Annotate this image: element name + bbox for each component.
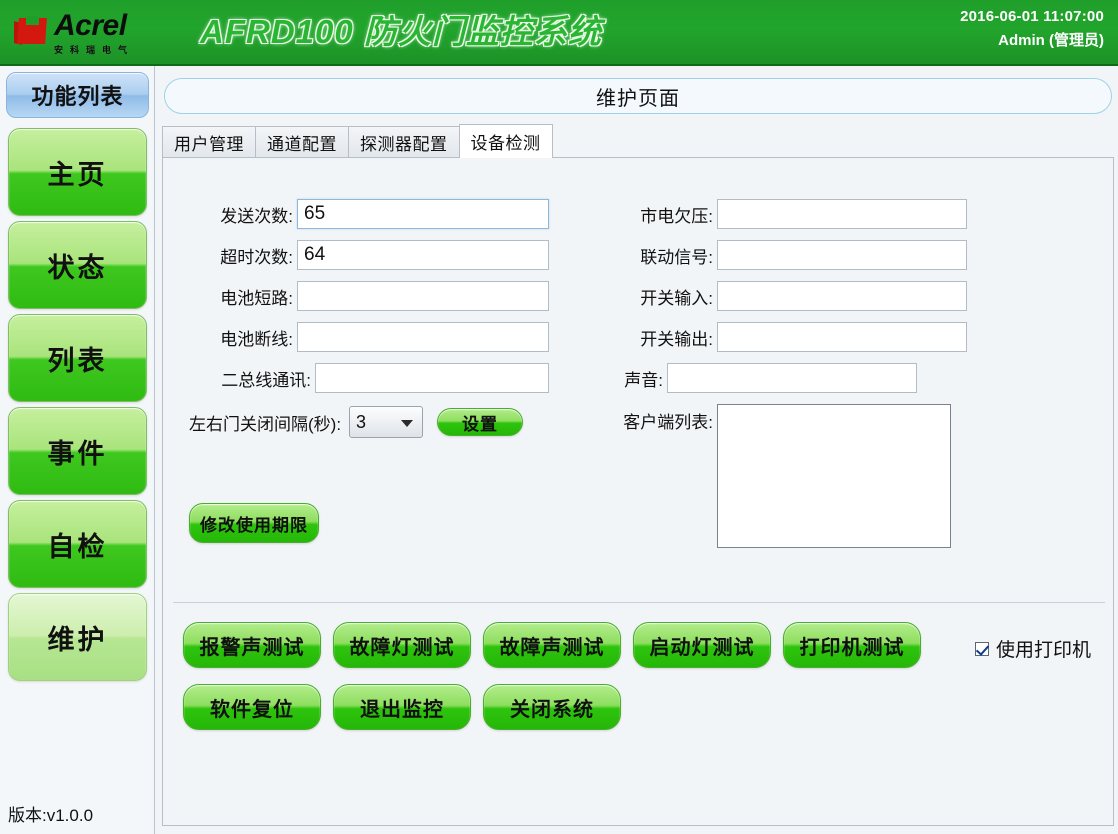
door-close-interval-select[interactable]: 3: [349, 406, 423, 438]
tab-detector-config[interactable]: 探测器配置: [348, 126, 460, 158]
field-label: 二总线通讯:: [189, 366, 311, 391]
door-close-interval-value: 3: [356, 412, 366, 433]
field-row-bus-comm: 二总线通讯:: [189, 363, 549, 393]
tab-user-management[interactable]: 用户管理: [162, 126, 256, 158]
sidebar-item-selftest[interactable]: 自检: [8, 500, 147, 588]
field-row-send-count: 发送次数:: [189, 199, 549, 229]
field-label: 电池短路:: [189, 284, 293, 309]
field-label: 电池断线:: [189, 325, 293, 350]
chevron-down-icon: [401, 420, 413, 427]
field-label: 联动信号:: [615, 243, 713, 268]
sidebar-item-home[interactable]: 主页: [8, 128, 147, 216]
acrel-logo-mark-icon: [12, 14, 54, 52]
battery-disconnect-input[interactable]: [297, 322, 549, 352]
logo-brand-text: Acrel: [54, 11, 134, 41]
maintenance-content-panel: 发送次数: 超时次数: 电池短路: 电池断线: 二总线通讯: 市电欠压: 联动信…: [162, 157, 1114, 826]
fault-light-test-button[interactable]: 故障灯测试: [333, 622, 471, 668]
sidebar-item-label: 主页: [48, 153, 108, 192]
field-label: 声音:: [615, 366, 663, 391]
alarm-sound-test-button[interactable]: 报警声测试: [183, 622, 321, 668]
software-reset-button[interactable]: 软件复位: [183, 684, 321, 730]
field-label: 超时次数:: [189, 243, 293, 268]
printer-test-button[interactable]: 打印机测试: [783, 622, 921, 668]
mains-undervoltage-input[interactable]: [717, 199, 967, 229]
app-title: AFRD100 防火门监控系统: [200, 8, 760, 58]
checkmark-icon[interactable]: [975, 642, 989, 656]
page-title-text: 维护页面: [596, 82, 680, 111]
page-title: 维护页面: [164, 78, 1112, 114]
field-row-timeout-count: 超时次数:: [189, 240, 549, 270]
sidebar-title: 功能列表: [6, 72, 149, 118]
field-label: 市电欠压:: [615, 202, 713, 227]
door-close-interval-row: 左右门关闭间隔(秒): 3 设置: [189, 406, 523, 438]
sidebar-item-list[interactable]: 列表: [8, 314, 147, 402]
sidebar-item-label: 事件: [48, 432, 108, 471]
field-label: 开关输入:: [615, 284, 713, 309]
tab-strip-filler: [552, 126, 1115, 158]
tab-channel-config[interactable]: 通道配置: [255, 126, 349, 158]
version-label: 版本:v1.0.0: [8, 801, 93, 826]
start-light-test-button[interactable]: 启动灯测试: [633, 622, 771, 668]
linkage-signal-input[interactable]: [717, 240, 967, 270]
header-datetime: 2016-06-01 11:07:00: [960, 6, 1104, 28]
sidebar-item-status[interactable]: 状态: [8, 221, 147, 309]
field-label: 发送次数:: [189, 202, 293, 227]
field-row-battery-short: 电池短路:: [189, 281, 549, 311]
use-printer-checkbox-row[interactable]: 使用打印机: [975, 635, 1091, 662]
tab-strip: 用户管理 通道配置 探测器配置 设备检测: [162, 124, 1114, 158]
field-row-linkage-signal: 联动信号:: [615, 240, 967, 270]
client-list-row: 客户端列表:: [615, 404, 951, 548]
header-status: 2016-06-01 11:07:00 Admin (管理员): [960, 6, 1104, 52]
acrel-logo: Acrel 安科瑞电气: [12, 5, 164, 61]
sidebar-item-label: 自检: [48, 525, 108, 564]
client-list-label: 客户端列表:: [615, 404, 713, 433]
header-user: Admin (管理员): [960, 30, 1104, 52]
modify-expiry-button[interactable]: 修改使用期限: [189, 503, 319, 543]
bus-comm-input[interactable]: [315, 363, 549, 393]
sidebar-item-label: 列表: [48, 339, 108, 378]
shutdown-system-button[interactable]: 关闭系统: [483, 684, 621, 730]
sidebar-item-label: 状态: [48, 246, 108, 285]
sidebar-item-maintenance[interactable]: 维护: [8, 593, 147, 681]
sound-input[interactable]: [667, 363, 917, 393]
sidebar-item-label: 维护: [48, 618, 108, 657]
tab-device-detection[interactable]: 设备检测: [459, 124, 553, 158]
set-button[interactable]: 设置: [437, 408, 523, 436]
switch-input-input[interactable]: [717, 281, 967, 311]
battery-short-input[interactable]: [297, 281, 549, 311]
field-row-mains-undervoltage: 市电欠压:: [615, 199, 967, 229]
field-row-switch-output: 开关输出:: [615, 322, 967, 352]
sidebar-item-events[interactable]: 事件: [8, 407, 147, 495]
field-row-battery-disconnect: 电池断线:: [189, 322, 549, 352]
switch-output-input[interactable]: [717, 322, 967, 352]
application-window: Acrel 安科瑞电气 AFRD100 防火门监控系统 2016-06-01 1…: [0, 0, 1118, 834]
timeout-count-input[interactable]: [297, 240, 549, 270]
app-header: Acrel 安科瑞电气 AFRD100 防火门监控系统 2016-06-01 1…: [0, 0, 1118, 66]
sidebar: 功能列表 主页 状态 列表 事件 自检 维护 版本:v1.0.0: [0, 66, 155, 834]
door-close-interval-label: 左右门关闭间隔(秒):: [189, 410, 341, 435]
use-printer-label: 使用打印机: [996, 635, 1091, 662]
send-count-input[interactable]: [297, 199, 549, 229]
field-label: 开关输出:: [615, 325, 713, 350]
field-row-switch-input: 开关输入:: [615, 281, 967, 311]
fault-sound-test-button[interactable]: 故障声测试: [483, 622, 621, 668]
logo-chinese-text: 安科瑞电气: [54, 43, 134, 56]
field-row-sound: 声音:: [615, 363, 917, 393]
exit-monitoring-button[interactable]: 退出监控: [333, 684, 471, 730]
client-list-box[interactable]: [717, 404, 951, 548]
section-divider: [173, 602, 1105, 603]
